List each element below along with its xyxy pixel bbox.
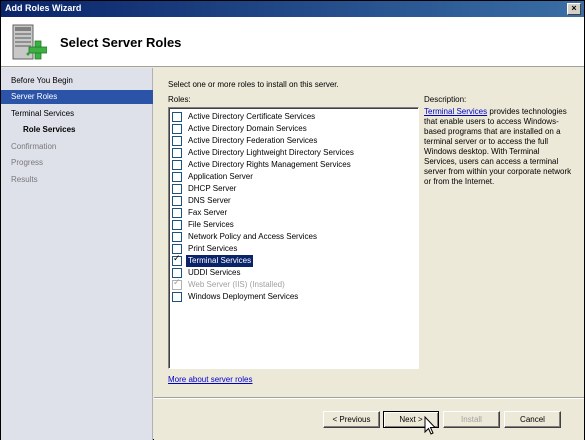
- title-bar[interactable]: Add Roles Wizard ×: [1, 1, 584, 17]
- window-title: Add Roles Wizard: [5, 3, 82, 13]
- role-row[interactable]: Fax Server: [172, 207, 412, 219]
- role-row[interactable]: Active Directory Domain Services: [172, 123, 412, 135]
- nav-step-terminal-services[interactable]: Terminal Services: [1, 107, 153, 121]
- wizard-header: Select Server Roles: [1, 17, 584, 67]
- nav-step-server-roles[interactable]: Server Roles: [1, 90, 153, 104]
- role-label-disabled: Web Server (IIS) (Installed): [188, 280, 285, 289]
- instruction-text: Select one or more roles to install on t…: [168, 80, 339, 89]
- role-checkbox[interactable]: [172, 292, 182, 302]
- role-label[interactable]: Application Server: [186, 171, 255, 183]
- role-label[interactable]: Active Directory Certificate Services: [186, 111, 317, 123]
- mouse-pointer-icon: [424, 416, 437, 435]
- roles-list[interactable]: Active Directory Certificate Services Ac…: [168, 107, 419, 369]
- role-row[interactable]: Active Directory Rights Management Servi…: [172, 159, 412, 171]
- role-checkbox[interactable]: [172, 184, 182, 194]
- more-about-server-roles-link[interactable]: More about server roles: [168, 375, 252, 384]
- role-checkbox[interactable]: [172, 244, 182, 254]
- role-label[interactable]: Active Directory Domain Services: [186, 123, 309, 135]
- role-checkbox[interactable]: [172, 136, 182, 146]
- role-row[interactable]: File Services: [172, 219, 412, 231]
- role-label[interactable]: Print Services: [186, 243, 239, 255]
- previous-button[interactable]: < Previous: [323, 411, 380, 428]
- role-checkbox[interactable]: [172, 160, 182, 170]
- role-label[interactable]: Active Directory Federation Services: [186, 135, 319, 147]
- role-row-terminal-services[interactable]: Terminal Services: [172, 254, 412, 268]
- role-checkbox[interactable]: [172, 232, 182, 242]
- role-row[interactable]: Active Directory Lightweight Directory S…: [172, 147, 412, 159]
- role-label[interactable]: Fax Server: [186, 207, 229, 219]
- role-label-selected[interactable]: Terminal Services: [184, 254, 255, 268]
- role-checkbox[interactable]: [172, 208, 182, 218]
- role-label[interactable]: File Services: [186, 219, 236, 231]
- role-label[interactable]: Network Policy and Access Services: [186, 231, 319, 243]
- description-heading: Description:: [424, 95, 467, 104]
- add-roles-wizard-window: Add Roles Wizard × Select Server Roles B…: [0, 0, 585, 440]
- description-link[interactable]: Terminal Services: [424, 107, 487, 116]
- role-row[interactable]: DNS Server: [172, 195, 412, 207]
- role-row[interactable]: Windows Deployment Services: [172, 291, 412, 303]
- role-row-web-server: Web Server (IIS) (Installed): [172, 278, 412, 291]
- wizard-footer: < Previous Next > Install Cancel: [154, 398, 584, 440]
- main-content: Select one or more roles to install on t…: [154, 68, 584, 398]
- role-label[interactable]: UDDI Services: [186, 267, 242, 279]
- role-row[interactable]: Print Services: [172, 243, 412, 255]
- description-body: provides technologies that enable users …: [424, 107, 572, 186]
- close-button[interactable]: ×: [567, 3, 581, 15]
- description-text: Terminal Services provides technologies …: [424, 107, 574, 187]
- role-checkbox-checked[interactable]: [172, 254, 182, 266]
- nav-step-results: Results: [11, 175, 38, 184]
- server-roles-icon: [12, 24, 47, 60]
- nav-step-progress: Progress: [11, 158, 44, 167]
- role-label[interactable]: Active Directory Lightweight Directory S…: [186, 147, 356, 159]
- page-title: Select Server Roles: [60, 35, 182, 50]
- nav-step-before-you-begin[interactable]: Before You Begin: [1, 74, 153, 88]
- role-checkbox-disabled: [172, 278, 182, 290]
- role-checkbox[interactable]: [172, 124, 182, 134]
- role-label[interactable]: DNS Server: [186, 195, 233, 207]
- roles-label: Roles:: [168, 95, 191, 104]
- role-row[interactable]: DHCP Server: [172, 183, 412, 195]
- role-checkbox[interactable]: [172, 112, 182, 122]
- role-row[interactable]: UDDI Services: [172, 267, 412, 279]
- role-row[interactable]: Active Directory Federation Services: [172, 135, 412, 147]
- role-checkbox[interactable]: [172, 148, 182, 158]
- wizard-step-nav: Before You Begin Server Roles Terminal S…: [1, 68, 153, 440]
- role-checkbox[interactable]: [172, 220, 182, 230]
- role-checkbox[interactable]: [172, 268, 182, 278]
- role-row[interactable]: Network Policy and Access Services: [172, 231, 412, 243]
- role-label[interactable]: Active Directory Rights Management Servi…: [186, 159, 353, 171]
- role-checkbox[interactable]: [172, 172, 182, 182]
- nav-step-role-services[interactable]: Role Services: [1, 123, 153, 137]
- nav-step-confirmation: Confirmation: [11, 142, 57, 151]
- role-row[interactable]: Active Directory Certificate Services: [172, 111, 412, 123]
- install-button: Install: [443, 411, 500, 428]
- cancel-button[interactable]: Cancel: [504, 411, 561, 428]
- role-label[interactable]: Windows Deployment Services: [186, 291, 300, 303]
- role-checkbox[interactable]: [172, 196, 182, 206]
- role-label[interactable]: DHCP Server: [186, 183, 238, 195]
- role-row[interactable]: Application Server: [172, 171, 412, 183]
